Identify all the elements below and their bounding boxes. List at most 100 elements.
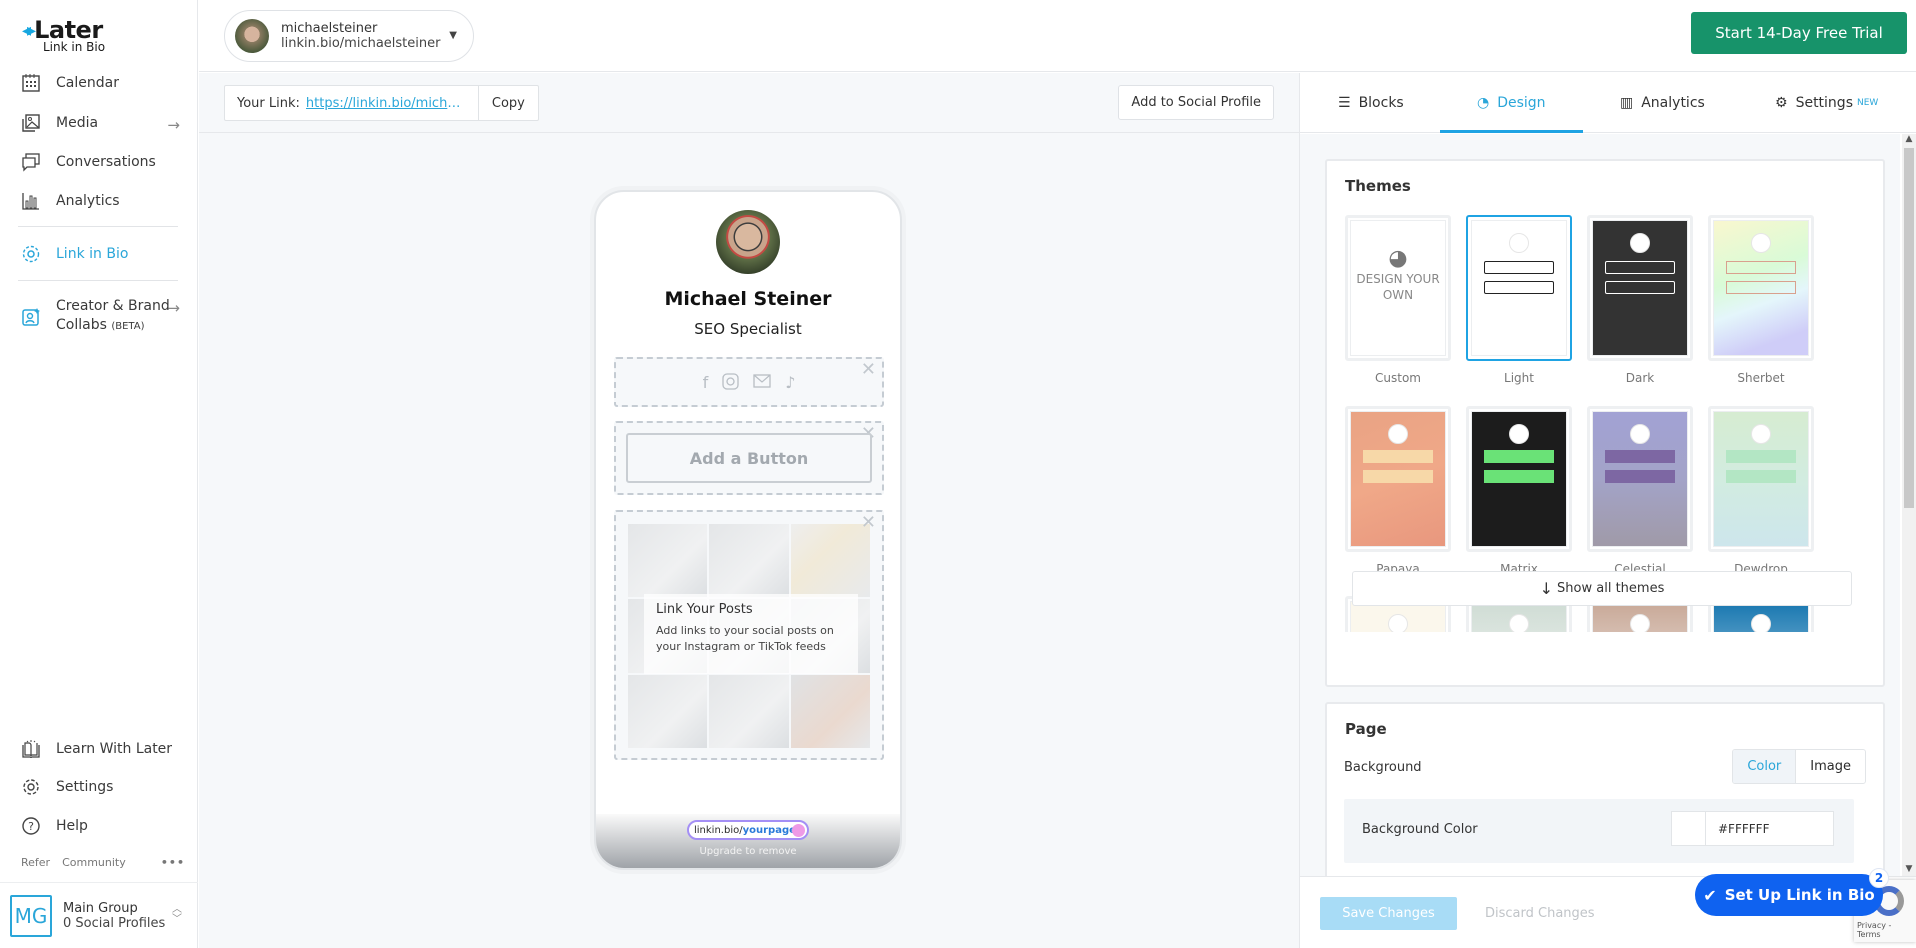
sidebar-item-help[interactable]: ? Help xyxy=(20,815,182,837)
setup-link-in-bio-button[interactable]: ✔ Set Up Link in Bio 2 xyxy=(1695,868,1889,916)
group-avatar: MG xyxy=(10,894,52,937)
post-thumbnail xyxy=(628,674,708,748)
color-hex-value[interactable]: #FFFFFF xyxy=(1706,812,1769,845)
save-changes-button[interactable]: Save Changes xyxy=(1320,897,1457,930)
scroll-down-icon[interactable]: ▼ xyxy=(1902,864,1916,876)
post-thumbnail xyxy=(790,524,870,598)
group-switcher[interactable]: MG Main Group 0 Social Profiles ︿ ﹀ xyxy=(0,882,198,948)
page-card: Page Background Color Image Background C… xyxy=(1325,702,1885,876)
background-color-row: Background Color #FFFFFF xyxy=(1344,799,1854,863)
tab-label: Design xyxy=(1497,95,1546,111)
preview-title[interactable]: SEO Specialist xyxy=(596,320,900,338)
social-links-block[interactable]: ✕ f ♪ xyxy=(614,357,884,407)
close-icon[interactable]: ✕ xyxy=(861,512,876,533)
sidebar-item-conversations[interactable]: Conversations xyxy=(20,151,182,173)
sidebar-item-link-in-bio[interactable]: Link in Bio xyxy=(20,243,182,265)
sidebar-item-calendar[interactable]: Calendar xyxy=(20,72,182,94)
profile-avatar xyxy=(235,19,269,53)
your-link-url[interactable]: https://linkin.bio/michaelsteiner xyxy=(306,96,478,111)
sidebar-item-label: Settings xyxy=(56,779,114,795)
tab-label: Analytics xyxy=(1641,95,1705,111)
phone-preview: Michael Steiner SEO Specialist ✕ f ♪ ✕ A… xyxy=(594,190,902,870)
background-color-input[interactable]: #FFFFFF xyxy=(1671,811,1834,846)
scroll-up-icon[interactable]: ▲ xyxy=(1902,134,1916,146)
sidebar-item-learn[interactable]: Learn With Later xyxy=(20,738,182,760)
facebook-icon: f xyxy=(702,373,709,392)
design-scroll-area: Themes ◕ DESIGN YOUR OWN Custom Light Da… xyxy=(1300,134,1900,876)
sidebar-item-label: Learn With Later xyxy=(56,741,173,757)
theme-papaya[interactable]: Papaya xyxy=(1345,406,1451,576)
sidebar: ◂▸ Later Link in Bio Calendar Media → Co… xyxy=(0,0,198,948)
upgrade-to-remove[interactable]: Upgrade to remove xyxy=(596,846,900,857)
add-to-social-profile-button[interactable]: Add to Social Profile xyxy=(1118,85,1274,120)
tab-settings[interactable]: ⚙ Settings NEW xyxy=(1775,73,1878,133)
tab-label: Settings xyxy=(1795,95,1853,111)
theme-name: Custom xyxy=(1375,371,1421,385)
arrow-down-icon: ↓ xyxy=(1539,579,1554,598)
sidebar-item-creator-collabs[interactable]: Creator & Brand Collabs (BETA) → xyxy=(20,297,182,336)
show-all-themes-button[interactable]: ↓ Show all themes xyxy=(1352,571,1852,606)
post-thumbnail xyxy=(709,524,789,598)
theme-custom[interactable]: ◕ DESIGN YOUR OWN Custom xyxy=(1345,215,1451,385)
your-link-label: Your Link: xyxy=(237,95,300,111)
community-link[interactable]: Community xyxy=(62,856,126,869)
gear-icon: ⚙ xyxy=(1775,95,1788,111)
add-a-button[interactable]: Add a Button xyxy=(626,433,872,483)
color-option[interactable]: Color xyxy=(1733,750,1797,783)
preview-name[interactable]: Michael Steiner xyxy=(596,288,900,310)
link-posts-block[interactable]: ✕ Link Your Posts Add links to your soci… xyxy=(614,510,884,760)
sidebar-item-label: Creator & Brand Collabs (BETA) xyxy=(56,297,170,336)
setup-label: Set Up Link in Bio xyxy=(1724,886,1875,904)
tab-design[interactable]: ◔ Design xyxy=(1477,73,1546,133)
link-posts-title: Link Your Posts xyxy=(656,602,753,617)
color-swatch[interactable] xyxy=(1672,812,1706,845)
discard-changes-button[interactable]: Discard Changes xyxy=(1485,897,1595,930)
copy-button[interactable]: Copy xyxy=(477,86,538,120)
theme-name: Dark xyxy=(1625,371,1655,385)
start-trial-button[interactable]: Start 14-Day Free Trial xyxy=(1691,12,1907,54)
caret-down-icon: ▼ xyxy=(449,30,457,41)
refer-link[interactable]: Refer xyxy=(21,856,50,869)
preview-footer: linkin.bio/yourpage Upgrade to remove xyxy=(596,814,900,868)
more-icon[interactable]: ••• xyxy=(161,856,185,869)
later-logo[interactable]: ◂▸ Later Link in Bio xyxy=(22,16,105,54)
preview-area: Your Link: https://linkin.bio/michaelste… xyxy=(199,73,1299,948)
theme-sherbet[interactable]: Sherbet xyxy=(1708,215,1814,385)
scrollbar-thumb[interactable] xyxy=(1904,148,1914,508)
book-icon xyxy=(20,738,42,760)
theme-light[interactable]: Light xyxy=(1466,215,1572,385)
tab-analytics[interactable]: ▥ Analytics xyxy=(1620,73,1705,133)
theme-dark[interactable]: Dark xyxy=(1587,215,1693,385)
beta-badge: (BETA) xyxy=(111,321,145,332)
panel-tabs: ☰ Blocks ◔ Design ▥ Analytics ⚙ Settings NEW xyxy=(1300,73,1916,133)
post-thumbnail xyxy=(790,674,870,748)
sidebar-item-settings[interactable]: Settings xyxy=(20,776,182,798)
preview-avatar[interactable] xyxy=(716,210,780,274)
your-link-box: Your Link: https://linkin.bio/michaelste… xyxy=(224,85,539,121)
top-bar: michaelsteiner linkin.bio/michaelsteiner… xyxy=(199,0,1916,72)
themes-title: Themes xyxy=(1345,177,1411,195)
email-icon xyxy=(753,373,771,394)
sidebar-item-media[interactable]: Media → xyxy=(20,112,182,134)
creator-label-line2: Collabs xyxy=(56,317,107,333)
active-tab-indicator xyxy=(1440,130,1583,133)
image-option[interactable]: Image xyxy=(1796,750,1865,783)
setup-count-badge: 2 xyxy=(1869,868,1889,888)
sidebar-item-analytics[interactable]: Analytics xyxy=(20,190,182,212)
scrollbar[interactable]: ▲ ▼ xyxy=(1902,134,1916,876)
tab-blocks[interactable]: ☰ Blocks xyxy=(1338,73,1404,133)
bar-chart-icon xyxy=(20,190,42,212)
creator-icon xyxy=(20,306,42,328)
recaptcha-text: Privacy - Terms xyxy=(1857,921,1892,939)
profile-switcher[interactable]: michaelsteiner linkin.bio/michaelsteiner… xyxy=(224,10,474,62)
add-button-block[interactable]: ✕ Add a Button xyxy=(614,421,884,495)
link-in-bio-icon xyxy=(20,243,42,265)
tiktok-icon: ♪ xyxy=(785,373,796,392)
sidebar-item-label: Help xyxy=(56,818,88,834)
theme-celestial[interactable]: Celestial xyxy=(1587,406,1693,576)
theme-matrix[interactable]: Matrix xyxy=(1466,406,1572,576)
footer-links: Refer Community ••• xyxy=(21,856,185,869)
link-posts-card: Link Your Posts Add links to your social… xyxy=(644,594,858,674)
theme-dewdrop[interactable]: Dewdrop xyxy=(1708,406,1814,576)
linkin-bio-pill[interactable]: linkin.bio/yourpage xyxy=(687,820,809,840)
